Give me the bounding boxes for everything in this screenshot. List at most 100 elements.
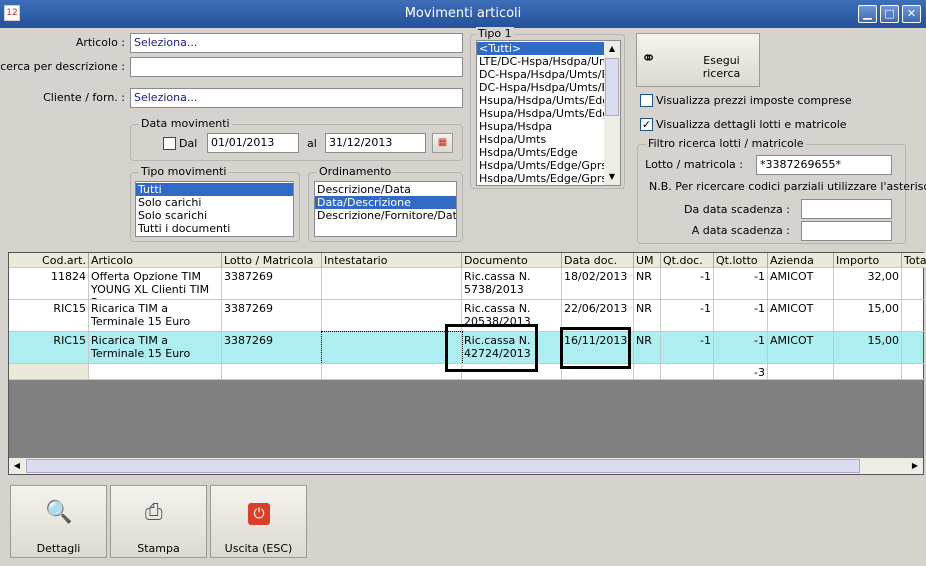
- list-item[interactable]: Hsdpa/Umts/Edge/Gprs: [477, 172, 605, 185]
- articolo-field[interactable]: Seleziona...: [130, 33, 463, 53]
- binoculars-icon: ⚭: [641, 48, 657, 69]
- dettagli-checkbox[interactable]: ✓: [640, 118, 653, 131]
- dal-checkbox[interactable]: [163, 137, 176, 150]
- column-header-cod-art[interactable]: Cod.art.: [9, 253, 89, 268]
- cell-importo[interactable]: 15,00: [834, 300, 902, 332]
- ricerca-label: Ricerca per descrizione :: [0, 60, 125, 73]
- cell-documento[interactable]: Ric.cassa N. 5738/2013: [462, 268, 562, 300]
- calendar-icon: ▦: [437, 137, 448, 148]
- cell-importo[interactable]: 15,00: [834, 332, 902, 364]
- column-header-qt-lotto[interactable]: Qt.lotto: [714, 253, 768, 268]
- scroll-thumb[interactable]: [26, 459, 860, 473]
- column-header-totale[interactable]: Tota: [902, 253, 926, 268]
- uscita-button[interactable]: ⏻ Uscita (ESC): [210, 485, 307, 558]
- list-item[interactable]: Hsupa/Hsdpa/Umts/Edge/: [477, 107, 605, 120]
- scroll-thumb[interactable]: [605, 58, 619, 116]
- list-item[interactable]: Hsdpa/Umts/Edge/Gprs/W: [477, 159, 605, 172]
- list-item[interactable]: Descrizione/Data: [315, 183, 456, 196]
- stampa-button[interactable]: ⎙ Stampa: [110, 485, 207, 558]
- cell-um[interactable]: NR: [634, 268, 661, 300]
- list-item[interactable]: LTE/DC-Hspa/Hsdpa/Umts: [477, 55, 605, 68]
- column-header-lotto[interactable]: Lotto / Matricola: [222, 253, 322, 268]
- cell-lotto[interactable]: 3387269: [222, 300, 322, 332]
- cell-qt-doc[interactable]: -1: [661, 300, 714, 332]
- horizontal-scrollbar[interactable]: ◀ ▶: [9, 458, 923, 474]
- cell-qt-doc[interactable]: -1: [661, 268, 714, 300]
- scroll-up-icon[interactable]: ▲: [604, 41, 620, 57]
- list-item[interactable]: Solo scarichi: [136, 209, 293, 222]
- cell-intestatario[interactable]: [322, 268, 462, 300]
- calendar-button[interactable]: ▦: [432, 133, 453, 153]
- group-caption: Filtro ricerca lotti / matricole: [646, 137, 806, 150]
- cell-lotto[interactable]: 3387269: [222, 332, 322, 364]
- column-header-qt-doc[interactable]: Qt.doc.: [661, 253, 714, 268]
- list-item[interactable]: Tutti: [136, 183, 293, 196]
- scroll-down-icon[interactable]: ▼: [604, 169, 620, 185]
- ricerca-field[interactable]: [130, 57, 463, 77]
- list-item[interactable]: DC-Hspa/Hsdpa/Umts/Edge: [477, 81, 605, 94]
- cell-cod-art[interactable]: 11824: [9, 268, 89, 300]
- list-item[interactable]: Descrizione/Fornitore/Data: [315, 209, 456, 222]
- minimize-button[interactable]: ▁: [858, 5, 877, 23]
- column-header-documento[interactable]: Documento: [462, 253, 562, 268]
- tipo-movimenti-list[interactable]: Tutti Solo carichi Solo scarichi Tutti i…: [135, 181, 294, 237]
- cell-importo[interactable]: 32,00: [834, 268, 902, 300]
- column-header-articolo[interactable]: Articolo: [89, 253, 222, 268]
- column-header-um[interactable]: UM: [634, 253, 661, 268]
- prezzi-checkbox[interactable]: [640, 94, 653, 107]
- cell-qt-lotto[interactable]: -1: [714, 268, 768, 300]
- cliente-field[interactable]: Seleziona...: [130, 88, 463, 108]
- cell-um[interactable]: NR: [634, 300, 661, 332]
- highlight-box-documento: [445, 324, 538, 372]
- cell-data-doc[interactable]: 18/02/2013: [562, 268, 634, 300]
- cell-azienda[interactable]: AMICOT: [768, 300, 834, 332]
- list-item[interactable]: Hsdpa/Umts: [477, 133, 605, 146]
- list-item[interactable]: Hsupa/Hsdpa/Umts/Edge/: [477, 94, 605, 107]
- lotto-field[interactable]: *3387269655*: [756, 155, 892, 175]
- list-item[interactable]: Tutti i documenti: [136, 222, 293, 235]
- cell-intestatario[interactable]: [321, 331, 463, 365]
- ordinamento-list[interactable]: Descrizione/Data Data/Descrizione Descri…: [314, 181, 457, 237]
- list-item[interactable]: DC-Hspa/Hsdpa/Umts/Edge: [477, 68, 605, 81]
- dettagli-button[interactable]: 🔍 Dettagli: [10, 485, 107, 558]
- cell-articolo[interactable]: Ricarica TIM a Terminale 15 Euro: [89, 332, 222, 364]
- cell-azienda[interactable]: AMICOT: [768, 332, 834, 364]
- cell-qt-doc[interactable]: -1: [661, 332, 714, 364]
- esegui-ricerca-button[interactable]: ⚭ Esegui ricerca: [636, 33, 760, 87]
- scroll-left-icon[interactable]: ◀: [9, 458, 25, 474]
- tipo1-scrollbar[interactable]: ▲ ▼: [604, 41, 620, 185]
- column-header-azienda[interactable]: Azienda: [768, 253, 834, 268]
- cell-totale[interactable]: [902, 268, 926, 300]
- list-item[interactable]: Hsdpa/Umts/Edge: [477, 146, 605, 159]
- cell-intestatario[interactable]: [322, 300, 462, 332]
- list-item[interactable]: Data/Descrizione: [315, 196, 456, 209]
- tipo1-list[interactable]: <Tutti> LTE/DC-Hspa/Hsdpa/Umts DC-Hspa/H…: [476, 40, 621, 186]
- cell-totale[interactable]: [902, 332, 926, 364]
- list-item[interactable]: Hsupa/Hsdpa: [477, 120, 605, 133]
- cell-azienda[interactable]: AMICOT: [768, 268, 834, 300]
- cell-qt-lotto[interactable]: -1: [714, 300, 768, 332]
- cell-lotto[interactable]: 3387269: [222, 268, 322, 300]
- cell-articolo[interactable]: Offerta Opzione TIM YOUNG XL Clienti TIM…: [89, 268, 222, 300]
- maximize-button[interactable]: □: [880, 5, 899, 23]
- esegui-label: Esegui ricerca: [702, 54, 741, 80]
- table-row[interactable]: 11824 Offerta Opzione TIM YOUNG XL Client…: [9, 268, 926, 300]
- list-item[interactable]: Solo carichi: [136, 196, 293, 209]
- cell-articolo[interactable]: Ricarica TIM a Terminale 15 Euro: [89, 300, 222, 332]
- cell-totale[interactable]: [902, 300, 926, 332]
- column-header-data-doc[interactable]: Data doc.: [562, 253, 634, 268]
- da-scadenza-field[interactable]: [801, 199, 892, 219]
- highlight-box-data: [560, 327, 631, 369]
- column-header-intestatario[interactable]: Intestatario: [322, 253, 462, 268]
- cell-qt-lotto[interactable]: -1: [714, 332, 768, 364]
- close-button[interactable]: ✕: [902, 5, 921, 23]
- column-header-importo[interactable]: Importo: [834, 253, 902, 268]
- scroll-right-icon[interactable]: ▶: [907, 458, 923, 474]
- cell-cod-art[interactable]: RIC15: [9, 332, 89, 364]
- list-item[interactable]: <Tutti>: [477, 42, 605, 55]
- a-scadenza-field[interactable]: [801, 221, 892, 241]
- cell-cod-art[interactable]: RIC15: [9, 300, 89, 332]
- al-date-field[interactable]: 31/12/2013: [325, 133, 426, 153]
- cell-um[interactable]: NR: [634, 332, 661, 364]
- dal-date-field[interactable]: 01/01/2013: [207, 133, 299, 153]
